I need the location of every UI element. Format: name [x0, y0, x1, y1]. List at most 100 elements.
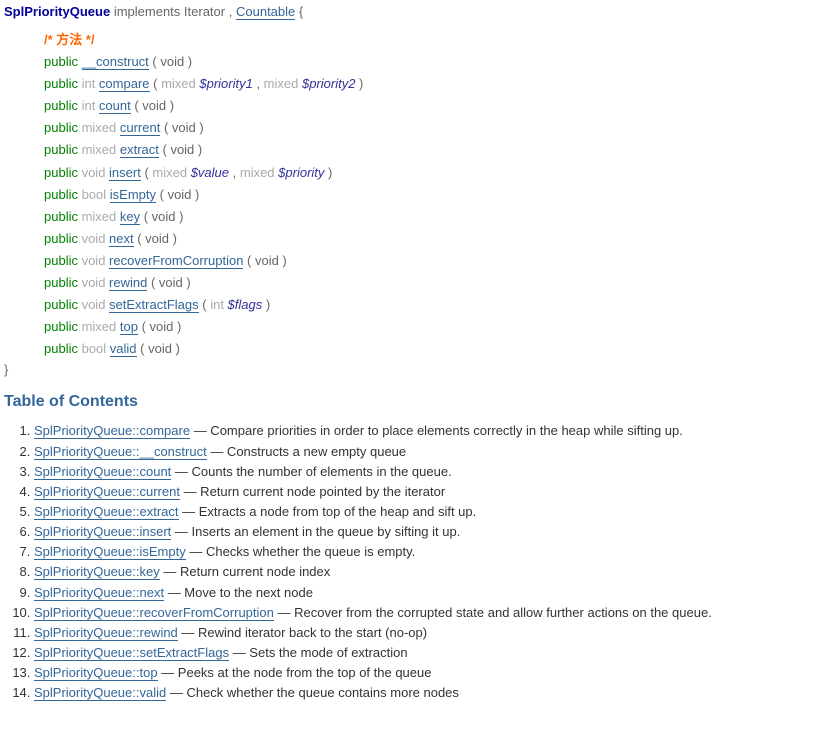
- method-link[interactable]: next: [109, 231, 134, 247]
- method-link[interactable]: insert: [109, 165, 141, 181]
- toc-link[interactable]: SplPriorityQueue::setExtractFlags: [34, 645, 229, 661]
- params: ( void ): [159, 142, 202, 157]
- method-name: __construct: [82, 54, 149, 70]
- modifier: public: [44, 275, 82, 290]
- toc-link[interactable]: SplPriorityQueue::next: [34, 585, 164, 601]
- countable-interface: Countable: [236, 4, 295, 20]
- method-signature: public mixed key ( void ): [44, 206, 816, 228]
- params: ( void ): [243, 253, 286, 268]
- toc-link[interactable]: SplPriorityQueue::top: [34, 665, 158, 681]
- method-link[interactable]: current: [120, 120, 160, 136]
- param-type: mixed: [161, 76, 199, 91]
- toc-desc: — Inserts an element in the queue by sif…: [171, 524, 460, 539]
- toc-link[interactable]: SplPriorityQueue::compare: [34, 423, 190, 439]
- paren: ): [355, 76, 363, 91]
- toc-desc: — Compare priorities in order to place e…: [190, 423, 683, 438]
- params: ( void ): [160, 120, 203, 135]
- implements-keyword: implements: [114, 4, 180, 19]
- method-link[interactable]: __construct: [82, 54, 149, 70]
- method-name: rewind: [109, 275, 147, 291]
- method-link[interactable]: isEmpty: [110, 187, 156, 203]
- return-type: mixed: [82, 319, 120, 334]
- modifier: public: [44, 98, 82, 113]
- return-type: int: [82, 76, 99, 91]
- param-name: $priority2: [302, 76, 355, 91]
- separator: ,: [229, 4, 233, 19]
- return-type: bool: [82, 341, 110, 356]
- methods-block: /* 方法 */ public __construct ( void )publ…: [44, 29, 816, 360]
- method-signature: public void insert ( mixed $value , mixe…: [44, 162, 816, 184]
- toc-link[interactable]: SplPriorityQueue::rewind: [34, 625, 178, 641]
- method-name: count: [99, 98, 131, 114]
- toc-desc: — Return current node pointed by the ite…: [180, 484, 445, 499]
- method-link[interactable]: top: [120, 319, 138, 335]
- toc-link[interactable]: SplPriorityQueue::extract: [34, 504, 179, 520]
- toc-item: SplPriorityQueue::valid — Check whether …: [34, 683, 816, 703]
- param-name: $priority: [278, 165, 324, 180]
- toc-link[interactable]: SplPriorityQueue::insert: [34, 524, 171, 540]
- method-name: compare: [99, 76, 150, 92]
- param-name: $flags: [228, 297, 263, 312]
- param-name: $priority1: [199, 76, 252, 91]
- toc-link[interactable]: SplPriorityQueue::recoverFromCorruption: [34, 605, 274, 621]
- return-type: void: [82, 297, 109, 312]
- method-name: setExtractFlags: [109, 297, 199, 313]
- modifier: public: [44, 209, 82, 224]
- modifier: public: [44, 231, 82, 246]
- method-link[interactable]: key: [120, 209, 140, 225]
- return-type: bool: [82, 187, 110, 202]
- toc-item: SplPriorityQueue::current — Return curre…: [34, 482, 816, 502]
- return-type: mixed: [82, 142, 120, 157]
- iterator-name: Iterator: [184, 4, 225, 19]
- param-type: mixed: [264, 76, 302, 91]
- params: ( void ): [147, 275, 190, 290]
- modifier: public: [44, 187, 82, 202]
- return-type: void: [82, 165, 109, 180]
- toc-desc: — Constructs a new empty queue: [207, 444, 406, 459]
- return-type: void: [82, 275, 109, 290]
- paren: ): [262, 297, 270, 312]
- modifier: public: [44, 54, 82, 69]
- toc-link[interactable]: SplPriorityQueue::isEmpty: [34, 544, 186, 560]
- method-link[interactable]: compare: [99, 76, 150, 92]
- paren: (: [150, 76, 162, 91]
- method-signature: public void setExtractFlags ( int $flags…: [44, 294, 816, 316]
- toc-desc: — Rewind iterator back to the start (no-…: [178, 625, 427, 640]
- toc-link[interactable]: SplPriorityQueue::valid: [34, 685, 166, 701]
- toc-link[interactable]: SplPriorityQueue::count: [34, 464, 171, 480]
- modifier: public: [44, 76, 82, 91]
- toc-link[interactable]: SplPriorityQueue::current: [34, 484, 180, 500]
- param-type: mixed: [240, 165, 278, 180]
- toc-desc: — Move to the next node: [164, 585, 313, 600]
- method-link[interactable]: count: [99, 98, 131, 114]
- method-signature: public mixed top ( void ): [44, 316, 816, 338]
- method-signature: public mixed extract ( void ): [44, 139, 816, 161]
- method-name: recoverFromCorruption: [109, 253, 243, 269]
- modifier: public: [44, 165, 82, 180]
- toc-desc: — Recover from the corrupted state and a…: [274, 605, 712, 620]
- toc-item: SplPriorityQueue::top — Peeks at the nod…: [34, 663, 816, 683]
- toc-item: SplPriorityQueue::__construct — Construc…: [34, 442, 816, 462]
- countable-link[interactable]: Countable: [236, 4, 295, 20]
- method-link[interactable]: setExtractFlags: [109, 297, 199, 313]
- method-link[interactable]: valid: [110, 341, 137, 357]
- return-type: void: [82, 253, 109, 268]
- toc-item: SplPriorityQueue::recoverFromCorruption …: [34, 603, 816, 623]
- method-name: isEmpty: [110, 187, 156, 203]
- close-brace: }: [4, 362, 816, 377]
- method-name: next: [109, 231, 134, 247]
- class-name: SplPriorityQueue: [4, 4, 110, 19]
- method-link[interactable]: rewind: [109, 275, 147, 291]
- param-name: $value: [191, 165, 229, 180]
- toc-link[interactable]: SplPriorityQueue::__construct: [34, 444, 207, 460]
- method-signature: public mixed current ( void ): [44, 117, 816, 139]
- modifier: public: [44, 341, 82, 356]
- method-signature: public int compare ( mixed $priority1 , …: [44, 73, 816, 95]
- method-link[interactable]: extract: [120, 142, 159, 158]
- toc-desc: — Return current node index: [160, 564, 331, 579]
- params: ( void ): [156, 187, 199, 202]
- method-link[interactable]: recoverFromCorruption: [109, 253, 243, 269]
- toc-link[interactable]: SplPriorityQueue::key: [34, 564, 160, 580]
- class-synopsis: SplPriorityQueue implements Iterator , C…: [4, 4, 816, 377]
- method-signature: public bool isEmpty ( void ): [44, 184, 816, 206]
